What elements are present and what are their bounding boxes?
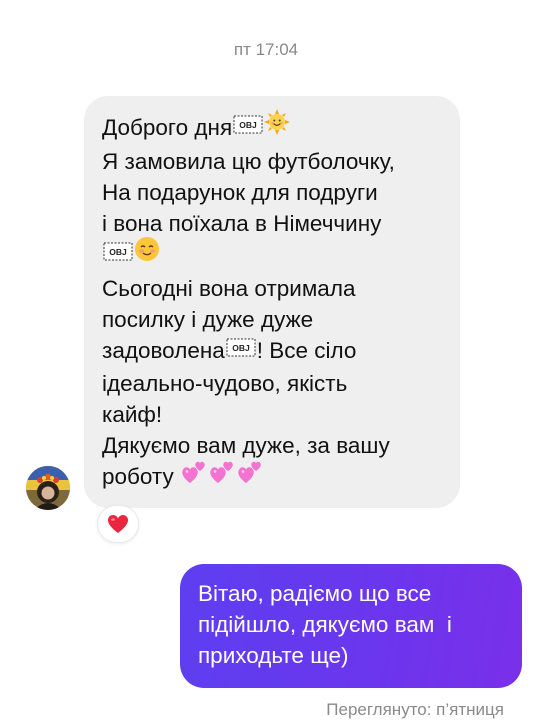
object-placeholder-icon: OBJ <box>226 334 256 365</box>
smiling-face-emoji-icon <box>134 236 160 270</box>
message-line: Сьогодні вона отримала <box>102 276 356 302</box>
message-line: підійшло, дякуємо вам і <box>198 612 452 637</box>
svg-text:OBJ: OBJ <box>232 343 250 353</box>
thread-timestamp: пт 17:04 <box>233 40 299 59</box>
heart-reaction-badge[interactable] <box>98 506 138 542</box>
seen-status: Переглянуто: п’ятниця <box>326 700 504 719</box>
red-heart-icon <box>108 515 128 533</box>
outgoing-message-bubble[interactable]: Вітаю, радіємо що все підійшло, дякуємо … <box>180 564 522 688</box>
message-text: ! Все сіло <box>256 338 357 364</box>
message-text: Доброго дня <box>102 115 233 140</box>
message-line: OBJ <box>102 236 446 273</box>
message-line: приходьте ще) <box>198 643 349 668</box>
object-placeholder-icon: OBJ <box>103 238 133 269</box>
message-line: Доброго дня OBJ <box>102 109 446 146</box>
object-placeholder-icon: OBJ <box>233 111 263 142</box>
message-line: Я замовила цю футболочку, <box>102 149 395 175</box>
message-text: задоволена <box>102 338 225 364</box>
avatar-image <box>26 466 70 510</box>
sender-avatar[interactable] <box>26 466 70 510</box>
message-line: Вітаю, радіємо що все <box>198 581 432 606</box>
incoming-message-bubble[interactable]: Доброго дня OBJ Я замовила цю футболочку,… <box>84 96 460 508</box>
sun-face-emoji-icon <box>264 109 291 143</box>
message-line: ідеально-чудово, якість <box>102 370 348 396</box>
svg-text:OBJ: OBJ <box>109 247 127 257</box>
message-line: кайф! <box>102 401 163 427</box>
message-line: і вона поїхала в Німеччину <box>102 211 382 237</box>
message-line: посилку і дуже дуже <box>102 307 314 333</box>
message-line: роботу <box>102 461 446 495</box>
message-text: роботу <box>102 463 174 489</box>
two-hearts-emoji-icon <box>208 458 236 492</box>
message-line: На подарунок для подруги <box>102 180 378 206</box>
message-line: Дякуємо вам дуже, за вашу <box>102 432 390 458</box>
two-hearts-emoji-icon <box>180 458 208 492</box>
message-line: задоволена OBJ ! Все сіло <box>102 335 446 368</box>
svg-text:OBJ: OBJ <box>239 120 257 130</box>
two-hearts-emoji-icon <box>236 458 264 492</box>
